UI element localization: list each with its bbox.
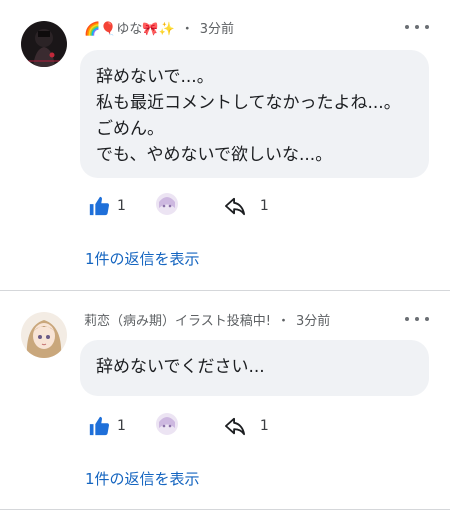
comment-text: 辞めないでください...: [80, 340, 429, 396]
sticker-icon[interactable]: [154, 191, 180, 221]
comment-actions: 1 1: [88, 413, 269, 439]
avatar[interactable]: [21, 21, 67, 67]
sticker-icon[interactable]: [154, 411, 180, 441]
divider: [0, 509, 450, 510]
separator-dot: ・: [276, 313, 290, 329]
comment-text: 辞めないで...。 私も最近コメントしてなかったよね...。ごめん。 でも、やめ…: [80, 50, 429, 178]
reply-arrow-icon: [224, 417, 245, 436]
reply-button[interactable]: 1: [224, 416, 269, 436]
more-icon[interactable]: [405, 17, 429, 37]
view-replies-link[interactable]: 1件の返信を表示: [85, 248, 200, 269]
like-button[interactable]: 1: [88, 195, 126, 217]
like-count: 1: [117, 418, 126, 434]
comment: 🌈🎈ゆな🎀✨ ・ 3分前 辞めないで...。 私も最近コメントしてなかったよね.…: [0, 0, 450, 290]
timestamp: 3分前: [295, 313, 331, 329]
reply-count: 1: [259, 418, 269, 434]
comment-actions: 1 1: [88, 193, 269, 219]
thumbs-up-icon: [89, 416, 110, 436]
timestamp: 3分前: [199, 21, 235, 37]
comment: 莉恋（病み期）イラスト投稿中! ・ 3分前 辞めないでください... 1 1 1…: [0, 291, 450, 512]
comment-header: 莉恋（病み期）イラスト投稿中! ・ 3分前: [84, 309, 330, 329]
more-icon[interactable]: [405, 309, 429, 329]
author-name[interactable]: 莉恋（病み期）イラスト投稿中!: [84, 310, 271, 329]
comment-header: 🌈🎈ゆな🎀✨ ・ 3分前: [84, 17, 234, 37]
view-replies-link[interactable]: 1件の返信を表示: [85, 468, 200, 489]
reply-count: 1: [259, 198, 269, 214]
avatar[interactable]: [21, 312, 67, 358]
author-name[interactable]: 🌈🎈ゆな🎀✨: [84, 18, 175, 37]
thumbs-up-icon: [89, 196, 110, 216]
reply-button[interactable]: 1: [224, 196, 269, 216]
reply-arrow-icon: [224, 197, 245, 216]
like-count: 1: [117, 198, 126, 214]
separator-dot: ・: [180, 21, 194, 37]
like-button[interactable]: 1: [88, 415, 126, 437]
